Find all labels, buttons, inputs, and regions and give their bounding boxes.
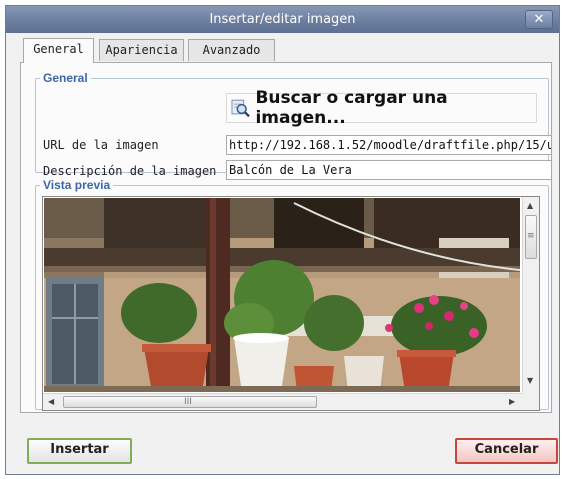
tab-apariencia[interactable]: Apariencia xyxy=(99,39,184,61)
tab-general[interactable]: General xyxy=(23,38,94,63)
description-value: Balcón de La Vera xyxy=(229,163,352,177)
insert-button-label: Insertar xyxy=(50,442,109,457)
url-input[interactable]: http://192.168.1.52/moodle/draftfile.php… xyxy=(226,135,552,155)
cancel-button-label: Cancelar xyxy=(474,442,539,457)
preview-legend: Vista previa xyxy=(40,178,114,192)
horizontal-grip-icon: III xyxy=(184,397,192,407)
scroll-right-icon[interactable]: ▶ xyxy=(509,398,515,406)
general-legend: General xyxy=(40,71,91,85)
tab-apariencia-label: Apariencia xyxy=(105,43,178,57)
scroll-down-icon[interactable]: ▼ xyxy=(527,377,533,385)
insert-button[interactable]: Insertar xyxy=(27,438,132,464)
general-fieldset: General Buscar o cargar una imagen... UR… xyxy=(35,71,552,180)
browse-image-label: Buscar o cargar una imagen... xyxy=(255,88,448,128)
magnifier-icon xyxy=(231,99,250,118)
vertical-grip-icon: ≡ xyxy=(527,231,535,241)
vertical-scrollbar[interactable]: ▲ ≡ ▼ xyxy=(522,197,539,394)
url-value: http://192.168.1.52/moodle/draftfile.php… xyxy=(229,138,552,152)
tab-avanzado-label: Avanzado xyxy=(202,43,261,57)
vertical-scroll-thumb[interactable]: ≡ xyxy=(525,215,537,259)
tab-avanzado[interactable]: Avanzado xyxy=(188,39,275,61)
description-label: Descripción de la imagen xyxy=(43,164,217,178)
title-bar[interactable]: Insertar/editar imagen ✕ xyxy=(6,6,559,33)
cancel-button[interactable]: Cancelar xyxy=(455,438,558,464)
image-preview-pane[interactable]: ▲ ≡ ▼ ◀ III ▶ xyxy=(42,196,540,411)
scroll-left-icon[interactable]: ◀ xyxy=(48,398,54,406)
horizontal-scrollbar[interactable]: ◀ III ▶ xyxy=(43,393,522,410)
tab-general-label: General xyxy=(33,42,84,56)
horizontal-scroll-thumb[interactable]: III xyxy=(63,396,317,408)
scroll-up-icon[interactable]: ▲ xyxy=(527,202,533,210)
scrollbar-corner xyxy=(522,393,539,410)
url-label: URL de la imagen xyxy=(43,138,159,152)
description-input[interactable]: Balcón de La Vera xyxy=(226,160,552,180)
dialog-title: Insertar/editar imagen xyxy=(209,12,356,27)
browse-image-button[interactable]: Buscar o cargar una imagen... xyxy=(226,88,537,128)
close-button[interactable]: ✕ xyxy=(525,10,553,29)
close-icon: ✕ xyxy=(533,12,545,27)
preview-image xyxy=(44,198,520,392)
